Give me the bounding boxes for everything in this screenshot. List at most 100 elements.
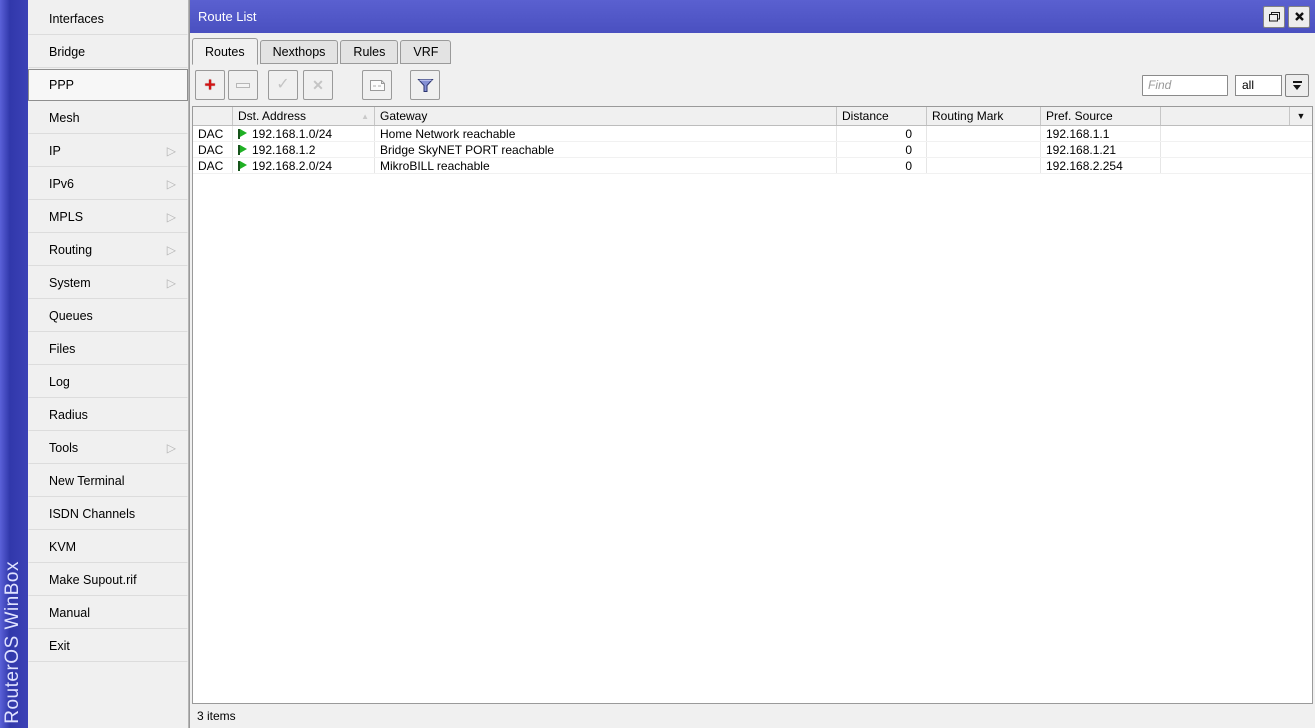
sidebar-item-label: New Terminal: [49, 474, 125, 488]
table-header: Dst. Address ▲ Gateway Distance Routing …: [193, 107, 1312, 126]
tab-nexthops[interactable]: Nexthops: [259, 40, 339, 64]
tab-vrf[interactable]: VRF: [400, 40, 452, 64]
sidebar-item-isdn-channels[interactable]: ISDN Channels: [28, 498, 188, 530]
sidebar-item-label: IPv6: [49, 177, 75, 191]
brand-strip: RouterOS WinBox: [0, 0, 28, 728]
find-input[interactable]: [1142, 74, 1228, 96]
scope-dropdown[interactable]: all: [1235, 74, 1282, 96]
cross-icon: ✕: [312, 77, 324, 93]
cell-flags: DAC: [193, 158, 233, 173]
sidebar-item-ppp[interactable]: PPP: [28, 69, 188, 101]
sidebar-item-label: Mesh: [49, 111, 80, 125]
active-route-flag-icon: [238, 144, 248, 155]
column-header-pref-source[interactable]: Pref. Source: [1041, 107, 1161, 125]
cell-distance: 0: [837, 142, 927, 157]
tab-label: VRF: [413, 45, 439, 59]
sidebar-item-mpls[interactable]: MPLS ▷: [28, 201, 188, 233]
sidebar-item-label: ISDN Channels: [49, 507, 136, 521]
cell-distance: 0: [837, 126, 927, 141]
submenu-arrow-icon: ▷: [166, 243, 176, 257]
scope-dropdown-button[interactable]: [1285, 73, 1309, 97]
sidebar-item-manual[interactable]: Manual: [28, 597, 188, 629]
find-group: all: [1142, 73, 1309, 97]
close-button[interactable]: [1288, 5, 1310, 28]
column-header-spacer: [1161, 107, 1290, 125]
cell-gateway: MikroBILL reachable: [375, 158, 837, 173]
table-row[interactable]: DAC 192.168.1.0/24 Home Network reachabl…: [193, 126, 1312, 142]
cell-gateway: Bridge SkyNET PORT reachable: [375, 142, 837, 157]
column-header-distance[interactable]: Distance: [837, 107, 927, 125]
tab-label: Nexthops: [272, 45, 326, 59]
column-selector-button[interactable]: ▼: [1290, 107, 1312, 125]
cell-flags: DAC: [193, 142, 233, 157]
cell-pref-source: 192.168.2.254: [1041, 158, 1161, 173]
sidebar-item-queues[interactable]: Queues: [28, 300, 188, 332]
enable-button[interactable]: ✓: [268, 70, 298, 100]
sidebar-item-interfaces[interactable]: Interfaces: [28, 3, 188, 35]
disable-button[interactable]: ✕: [303, 70, 333, 100]
cell-gateway: Home Network reachable: [375, 126, 837, 141]
sidebar-item-label: Routing: [49, 243, 93, 257]
remove-button[interactable]: [228, 70, 258, 100]
tab-label: Rules: [353, 45, 386, 59]
sidebar-item-system[interactable]: System ▷: [28, 267, 188, 299]
submenu-arrow-icon: ▷: [166, 177, 176, 191]
column-header-routing-mark[interactable]: Routing Mark: [927, 107, 1041, 125]
sidebar-item-new-terminal[interactable]: New Terminal: [28, 465, 188, 497]
sidebar-item-label: Files: [49, 342, 76, 356]
brand-vertical-text: RouterOS WinBox: [2, 561, 23, 724]
restore-button[interactable]: [1263, 5, 1285, 28]
sidebar-item-label: Tools: [49, 441, 79, 455]
tab-routes[interactable]: Routes: [192, 38, 258, 65]
plus-icon: +: [204, 74, 216, 96]
sidebar-menu: Interfaces Bridge PPP Mesh IP ▷ IPv6 ▷ MPL…: [28, 0, 189, 728]
double-down-arrow-icon: [1292, 80, 1302, 83]
column-header-dst-address[interactable]: Dst. Address ▲: [233, 107, 375, 125]
minus-icon: [236, 82, 250, 88]
sidebar-item-files[interactable]: Files: [28, 333, 188, 365]
cell-dst-address: 192.168.1.0/24: [233, 126, 375, 141]
comment-button[interactable]: [362, 70, 392, 100]
sidebar-item-tools[interactable]: Tools ▷: [28, 432, 188, 464]
tab-rules[interactable]: Rules: [340, 40, 399, 64]
cell-spacer: [1161, 158, 1290, 173]
cell-dst-address: 192.168.1.2: [233, 142, 375, 157]
submenu-arrow-icon: ▷: [166, 210, 176, 224]
active-route-flag-icon: [238, 128, 248, 139]
cell-pref-source: 192.168.1.21: [1041, 142, 1161, 157]
sidebar-item-label: IP: [49, 144, 61, 158]
sidebar-item-mesh[interactable]: Mesh: [28, 102, 188, 134]
sidebar-item-log[interactable]: Log: [28, 366, 188, 398]
sidebar-item-label: KVM: [49, 540, 77, 554]
filter-button[interactable]: [410, 70, 440, 100]
window-title: Route List: [198, 9, 257, 24]
sidebar-item-routing[interactable]: Routing ▷: [28, 234, 188, 266]
table-empty-area: [193, 174, 1312, 703]
cell-dst-address: 192.168.2.0/24: [233, 158, 375, 173]
sidebar-item-ipv6[interactable]: IPv6 ▷: [28, 168, 188, 200]
column-header-flags[interactable]: [193, 107, 233, 125]
add-button[interactable]: +: [195, 70, 225, 100]
table-row[interactable]: DAC 192.168.1.2 Bridge SkyNET PORT reach…: [193, 142, 1312, 158]
cell-routing-mark: [927, 142, 1041, 157]
sidebar-item-kvm[interactable]: KVM: [28, 531, 188, 563]
table-row[interactable]: DAC 192.168.2.0/24 MikroBILL reachable 0…: [193, 158, 1312, 174]
tab-label: Routes: [205, 45, 245, 59]
sidebar-item-label: Queues: [49, 309, 93, 323]
submenu-arrow-icon: ▷: [166, 441, 176, 455]
sidebar-item-bridge[interactable]: Bridge: [28, 36, 188, 68]
column-header-gateway[interactable]: Gateway: [375, 107, 837, 125]
sidebar-item-radius[interactable]: Radius: [28, 399, 188, 431]
sidebar-item-ip[interactable]: IP ▷: [28, 135, 188, 167]
sidebar-item-label: Interfaces: [49, 12, 104, 26]
cell-routing-mark: [927, 126, 1041, 141]
submenu-arrow-icon: ▷: [166, 276, 176, 290]
cell-routing-mark: [927, 158, 1041, 173]
sidebar-item-label: Manual: [49, 606, 90, 620]
funnel-icon: [416, 78, 434, 92]
sidebar-item-label: PPP: [49, 78, 75, 92]
sidebar-item-exit[interactable]: Exit: [28, 630, 188, 662]
sidebar-item-make-supout-rif[interactable]: Make Supout.rif: [28, 564, 188, 596]
toolbar: + ✓ ✕ all: [190, 64, 1315, 106]
tab-bar: Routes Nexthops Rules VRF: [190, 33, 1315, 65]
